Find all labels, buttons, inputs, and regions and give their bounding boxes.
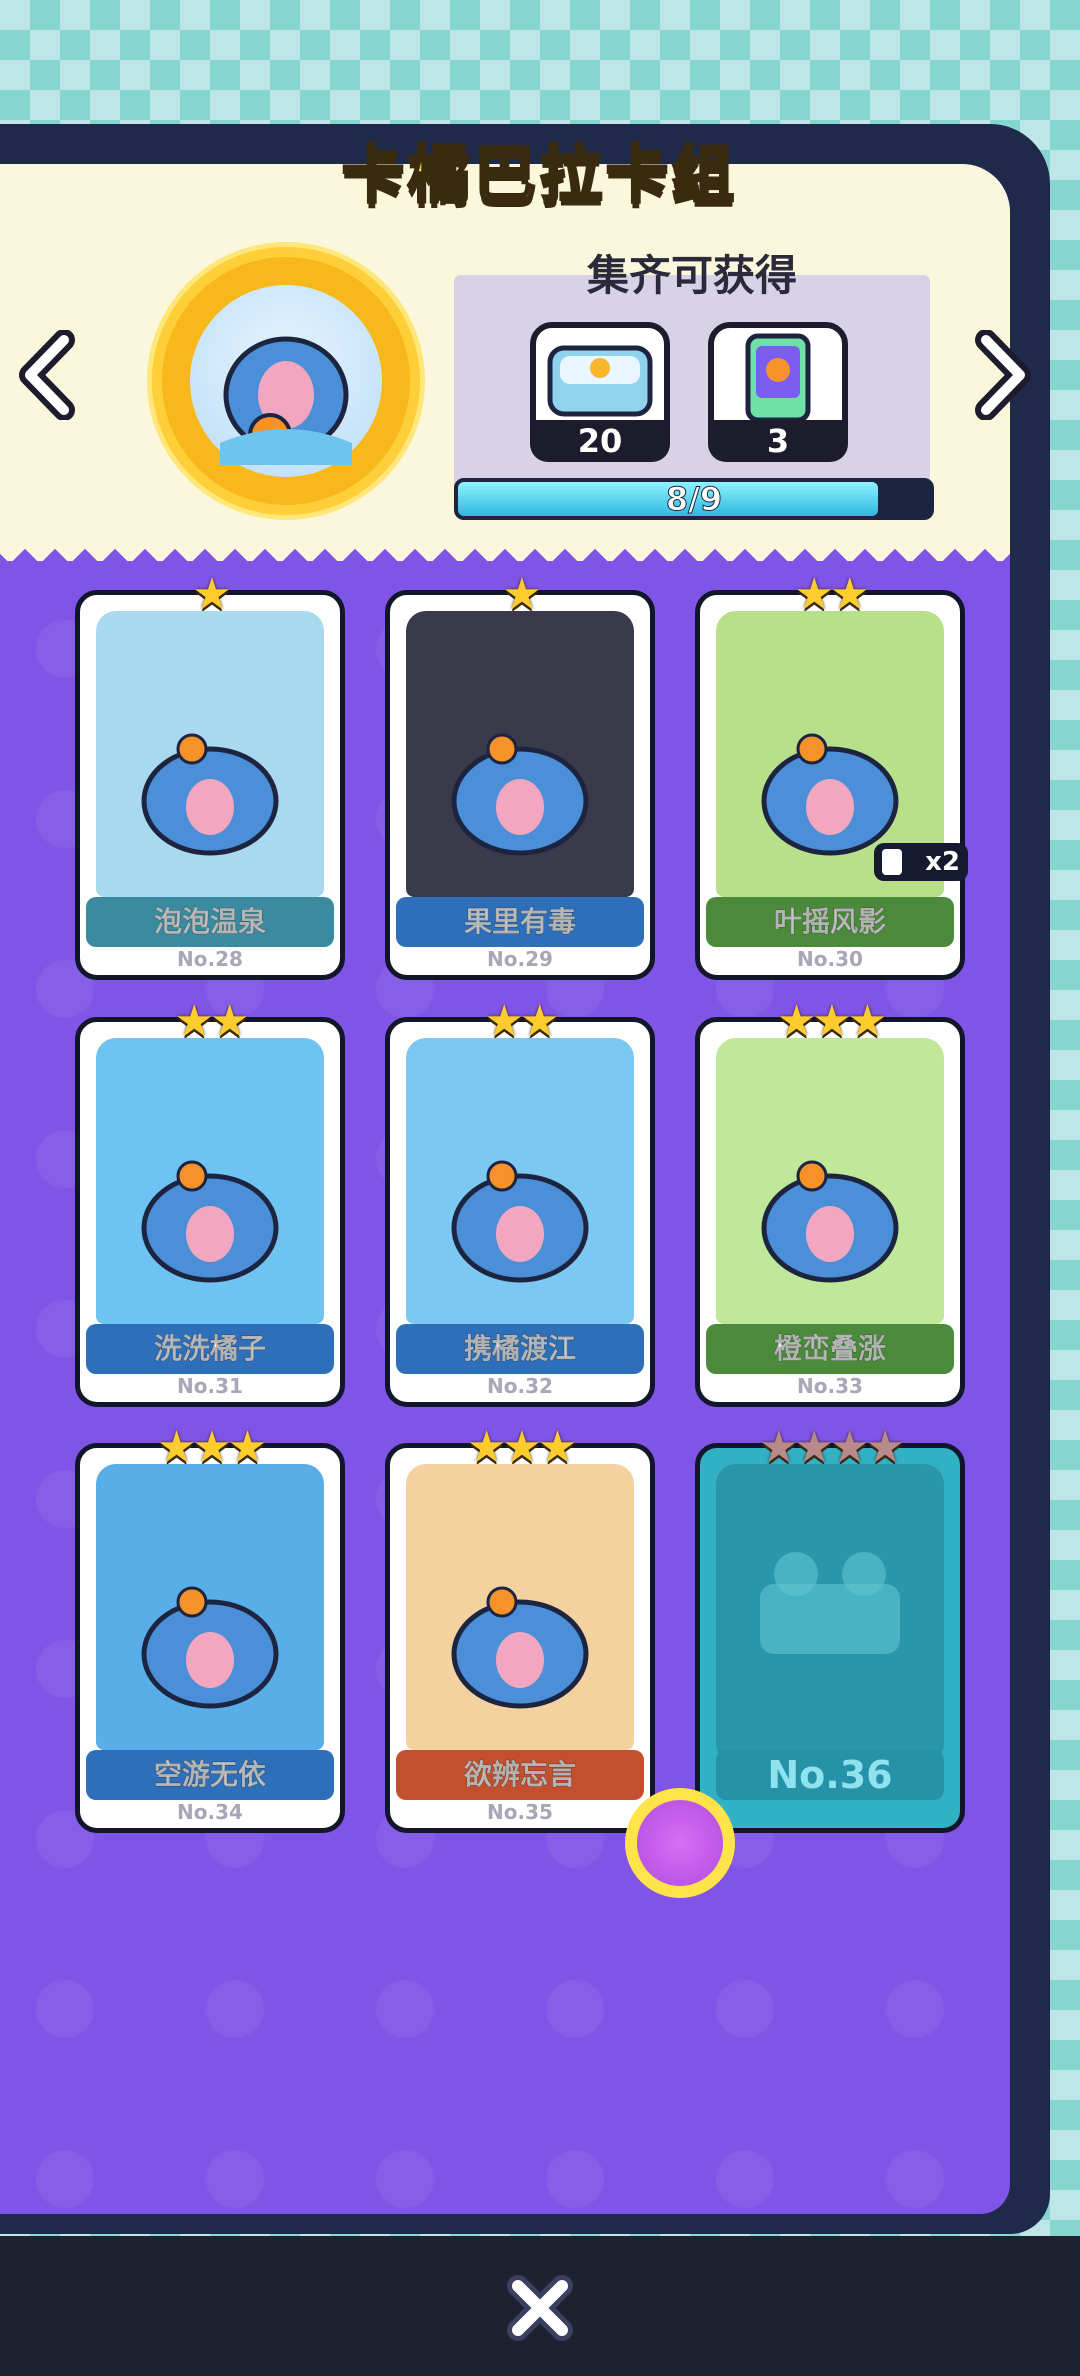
card-artwork — [96, 1038, 324, 1324]
progress-text: 8/9 — [665, 480, 723, 518]
collection-card[interactable]: ★★★ 空游无依 No.34 — [75, 1426, 345, 1833]
card-artwork — [406, 1038, 634, 1324]
card-artwork — [96, 1464, 324, 1750]
card-number: No.34 — [177, 1800, 243, 1824]
card-number: No.29 — [487, 947, 553, 971]
reward-count: 20 — [530, 420, 670, 462]
card-title: 橙峦叠涨 — [706, 1324, 954, 1374]
reward-count: 3 — [708, 420, 848, 462]
collection-progress-bar: 8/9 — [454, 478, 934, 520]
set-medal — [147, 242, 425, 520]
card-number: No.33 — [797, 1374, 863, 1398]
collection-card[interactable]: ★★★ 橙峦叠涨 No.33 — [695, 1000, 965, 1407]
collection-card[interactable]: ★★★ 欲辨忘言 No.35 — [385, 1426, 655, 1833]
card-title: 携橘渡江 — [396, 1324, 644, 1374]
reward-title: 集齐可获得 — [586, 251, 797, 300]
card-artwork — [96, 611, 324, 897]
card-title: 叶摇风影 — [706, 897, 954, 947]
reward-item-chest[interactable]: 20 — [530, 322, 670, 462]
card-number: No.32 — [487, 1374, 553, 1398]
collection-card[interactable]: ★★ 携橘渡江 No.32 — [385, 1000, 655, 1407]
capybara-medal-icon — [190, 285, 382, 477]
tap-pointer-icon — [625, 1788, 735, 1898]
duplicate-count-badge: x2 — [874, 843, 968, 881]
card-artwork — [406, 611, 634, 897]
card-number: No.35 — [487, 1800, 553, 1824]
collection-card[interactable]: ★ 果里有毒 No.29 — [385, 573, 655, 980]
card-title: 欲辨忘言 — [396, 1750, 644, 1800]
chevron-right-icon — [975, 329, 1031, 421]
card-title: 洗洗橘子 — [86, 1324, 334, 1374]
card-title: 泡泡温泉 — [86, 897, 334, 947]
locked-emblem-icon — [716, 1464, 944, 1764]
card-number: No.30 — [797, 947, 863, 971]
prev-set-button[interactable] — [12, 329, 82, 421]
next-set-button[interactable] — [968, 329, 1038, 421]
card-title: 空游无依 — [86, 1750, 334, 1800]
card-artwork — [406, 1464, 634, 1750]
collection-card[interactable]: ★ 泡泡温泉 No.28 — [75, 573, 345, 980]
treasure-chest-icon — [547, 345, 653, 417]
collection-card[interactable]: ★★ 洗洗橘子 No.31 — [75, 1000, 345, 1407]
chevron-left-icon — [19, 329, 75, 421]
reward-item-card[interactable]: 3 — [708, 322, 848, 462]
card-locked[interactable]: ★★★★ No.36 — [695, 1426, 965, 1833]
collection-card[interactable]: ★★ x2 叶摇风影 No.30 — [695, 573, 968, 980]
card-artwork — [716, 1038, 944, 1324]
card-number: No.28 — [177, 947, 243, 971]
close-icon — [507, 2275, 573, 2341]
phone-card-icon — [745, 333, 811, 423]
card-title: 果里有毒 — [396, 897, 644, 947]
card-number: No.36 — [716, 1750, 944, 1800]
close-button[interactable] — [500, 2268, 580, 2348]
card-number: No.31 — [177, 1374, 243, 1398]
page-title: 卡橘巴拉卡组 — [340, 137, 738, 213]
